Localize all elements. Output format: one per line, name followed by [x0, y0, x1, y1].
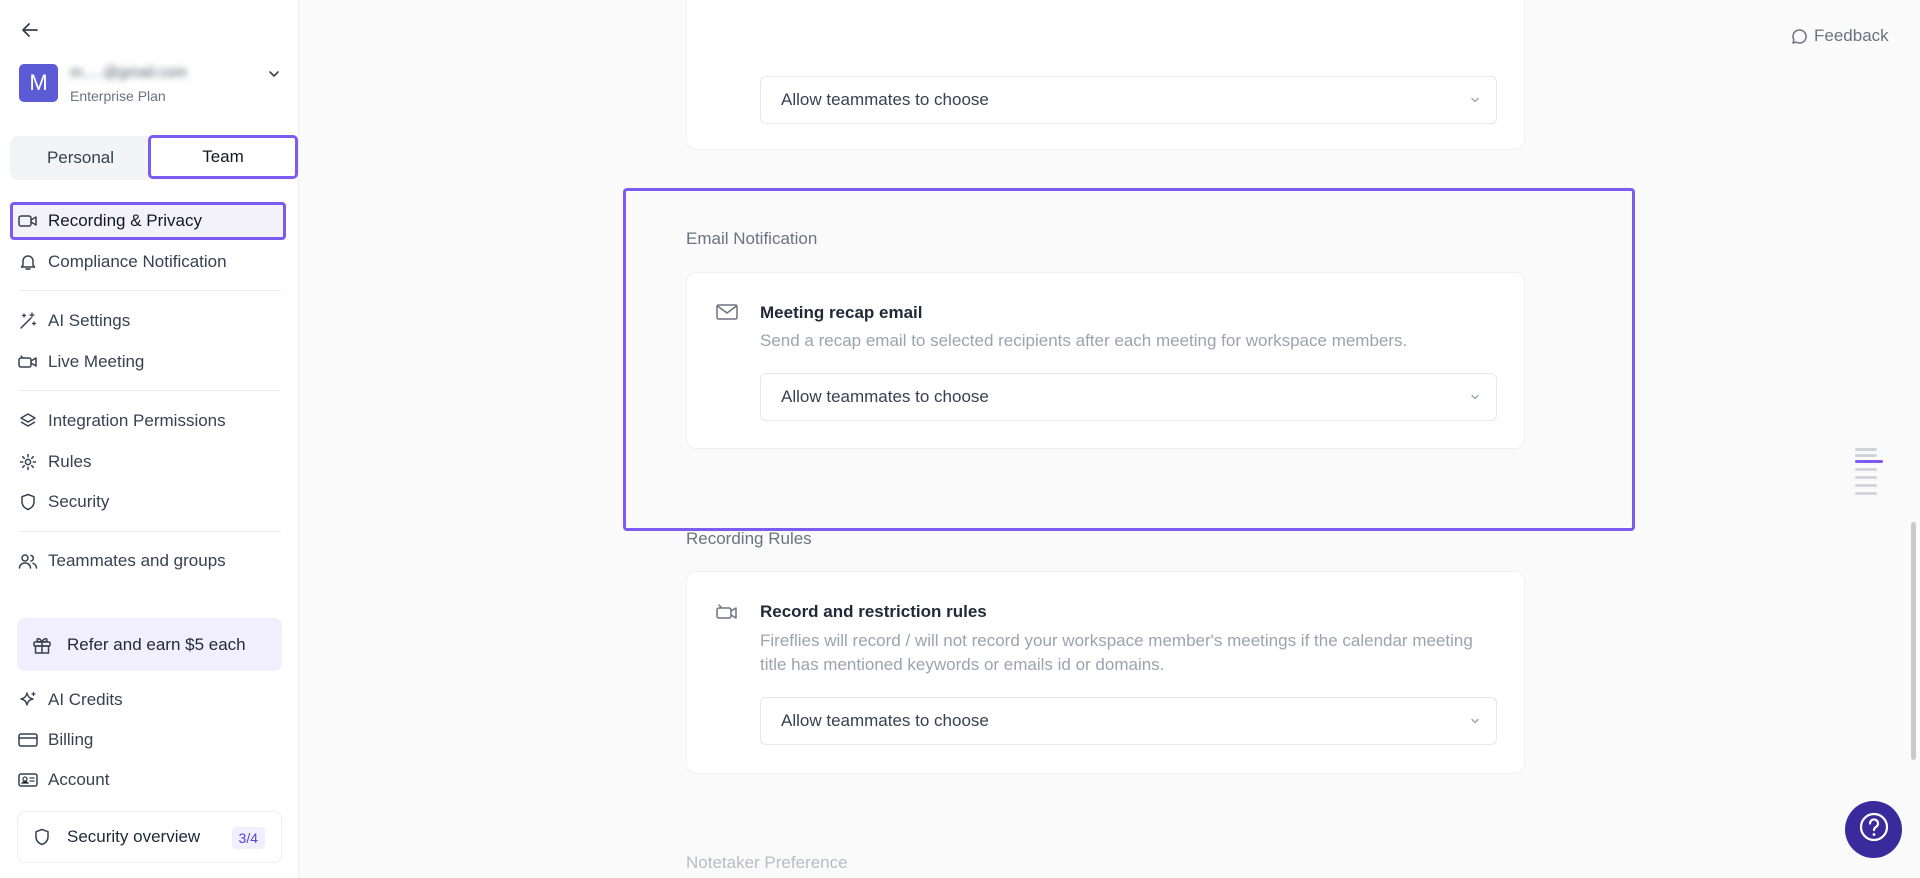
sidebar-item-integration-permissions[interactable]: Integration Permissions: [10, 403, 286, 439]
card-description: Fireflies will record / will not record …: [760, 631, 1473, 674]
sidebar-divider: [19, 290, 281, 291]
toc-marker[interactable]: [1855, 476, 1877, 479]
video-rules-icon: [715, 600, 739, 624]
credit-card-icon: [18, 730, 38, 750]
shield-icon: [18, 492, 38, 512]
security-overview-badge: 3/4: [231, 827, 265, 849]
refer-earn-button[interactable]: Refer and earn $5 each: [17, 618, 282, 671]
chevron-down-icon: [1468, 714, 1482, 728]
record-restriction-rules-select[interactable]: Allow teammates to choose: [760, 697, 1497, 745]
sidebar-item-label: Integration Permissions: [48, 411, 226, 430]
account-plan: Enterprise Plan: [70, 88, 166, 104]
sidebar-item-compliance-notification[interactable]: Compliance Notification: [10, 244, 286, 280]
sidebar-item-ai-settings[interactable]: AI Settings: [10, 303, 286, 339]
sparkle-icon: [18, 690, 38, 710]
scope-toggle: Personal Team: [10, 135, 298, 180]
video-camera-icon: [18, 211, 38, 231]
record-restriction-rules-card: Record and restriction rules Fireflies w…: [686, 571, 1525, 774]
meeting-recap-email-card: Meeting recap email Send a recap email t…: [686, 272, 1525, 449]
security-overview-button[interactable]: Security overview 3/4: [17, 811, 282, 863]
sidebar-item-account[interactable]: Account: [10, 762, 286, 798]
sidebar-item-teammates-groups[interactable]: Teammates and groups: [10, 543, 286, 579]
security-overview-label: Security overview: [67, 827, 201, 846]
sidebar-item-label: AI Settings: [48, 311, 131, 330]
select-value: Allow teammates to choose: [781, 387, 989, 406]
sidebar-item-label: Rules: [48, 452, 92, 471]
chevron-down-icon: [1468, 93, 1482, 107]
users-icon: [18, 551, 38, 571]
gear-icon: [18, 452, 38, 472]
question-icon: [1857, 810, 1891, 849]
toc-marker[interactable]: [1855, 448, 1877, 451]
sidebar-item-label: Billing: [48, 730, 94, 749]
sidebar-item-label: AI Credits: [48, 690, 123, 709]
sidebar-item-recording-privacy[interactable]: Recording & Privacy: [10, 202, 286, 240]
gift-icon: [31, 634, 53, 656]
feedback-label: Feedback: [1814, 26, 1889, 45]
meeting-recap-email-select[interactable]: Allow teammates to choose: [760, 373, 1497, 421]
card-description: Send a recap email to selected recipient…: [760, 331, 1408, 350]
bell-icon: [18, 252, 38, 272]
section-title-notetaker-preference: Notetaker Preference: [686, 853, 848, 872]
back-arrow-icon[interactable]: [18, 18, 42, 42]
avatar: M: [19, 64, 58, 102]
feedback-button[interactable]: Feedback: [1790, 24, 1889, 48]
shield-icon: [31, 826, 53, 848]
scrollbar-thumb[interactable]: [1911, 522, 1916, 760]
card-title: Record and restriction rules: [760, 602, 987, 621]
sidebar-item-label: Security: [48, 492, 110, 511]
card-title: Meeting recap email: [760, 303, 923, 322]
setting-select[interactable]: Allow teammates to choose: [760, 76, 1497, 124]
sidebar-item-label: Compliance Notification: [48, 252, 227, 271]
sidebar-divider: [19, 390, 281, 391]
section-navigator[interactable]: [1855, 448, 1883, 500]
toc-marker[interactable]: [1855, 484, 1877, 487]
layers-icon: [18, 411, 38, 431]
section-title-recording-rules: Recording Rules: [686, 529, 812, 548]
sidebar-item-live-meeting[interactable]: Live Meeting: [10, 344, 286, 380]
sidebar-item-security[interactable]: Security: [10, 484, 286, 520]
tab-personal[interactable]: Personal: [10, 136, 151, 180]
account-switcher[interactable]: M m.....@gmail.com Enterprise Plan: [19, 64, 284, 108]
magic-wand-icon: [18, 311, 38, 331]
tab-team[interactable]: Team: [148, 135, 298, 179]
select-value: Allow teammates to choose: [781, 711, 989, 730]
sidebar-item-label: Teammates and groups: [48, 551, 226, 570]
sidebar-item-label: Live Meeting: [48, 352, 145, 371]
help-button[interactable]: [1845, 801, 1902, 858]
envelope-icon: [715, 300, 739, 324]
sidebar-divider: [19, 531, 281, 532]
settings-sidebar: M m.....@gmail.com Enterprise Plan Perso…: [0, 0, 299, 878]
section-title-email-notification: Email Notification: [686, 229, 818, 248]
sidebar-item-label: Account: [48, 770, 110, 789]
sidebar-item-label: Recording & Privacy: [48, 211, 203, 230]
chevron-down-icon[interactable]: [266, 66, 282, 82]
sidebar-item-billing[interactable]: Billing: [10, 722, 286, 758]
id-card-icon: [18, 770, 38, 790]
select-value: Allow teammates to choose: [781, 90, 989, 109]
sidebar-item-ai-credits[interactable]: AI Credits: [10, 682, 286, 718]
settings-card: Allow teammates to choose: [686, 0, 1525, 150]
chat-bubble-icon: [1790, 27, 1808, 45]
account-email: m.....@gmail.com: [70, 64, 187, 81]
refer-label: Refer and earn $5 each: [67, 634, 246, 654]
toc-marker-active[interactable]: [1855, 460, 1883, 463]
sidebar-item-rules[interactable]: Rules: [10, 444, 286, 480]
video-call-icon: [18, 352, 38, 372]
toc-marker[interactable]: [1855, 468, 1877, 471]
toc-marker[interactable]: [1855, 454, 1877, 457]
toc-marker[interactable]: [1855, 492, 1877, 495]
chevron-down-icon: [1468, 390, 1482, 404]
